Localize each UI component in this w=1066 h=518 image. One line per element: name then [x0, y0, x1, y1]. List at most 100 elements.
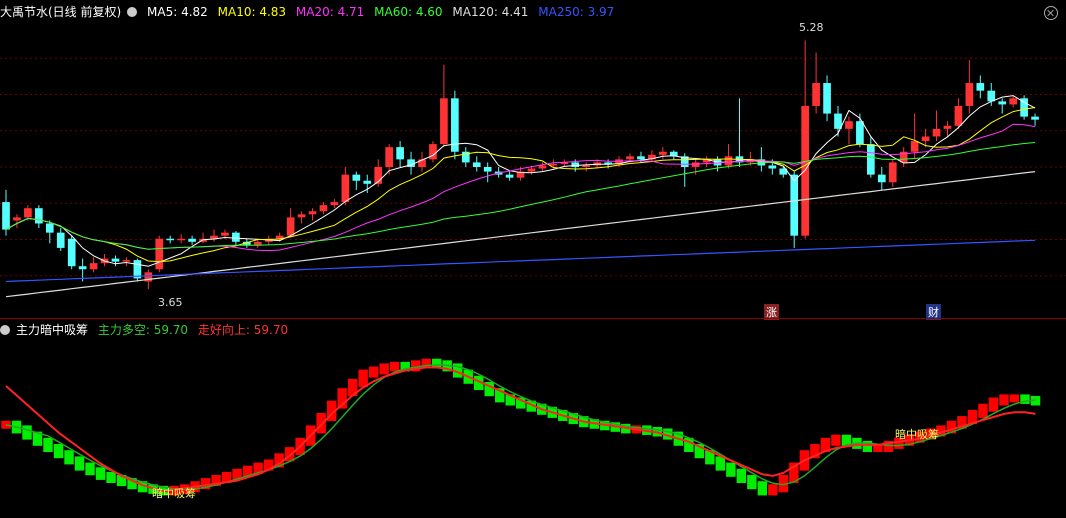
candle-body: [834, 113, 842, 129]
candle-body: [56, 232, 65, 248]
candle-body: [954, 105, 963, 126]
trend-line-red: [5, 366, 1036, 493]
candle-body: [330, 202, 339, 206]
indicator-bar: [53, 444, 64, 459]
candle-body: [385, 147, 393, 167]
candle-body: [888, 162, 897, 183]
indicator-bar: [1, 420, 11, 429]
candle-body: [856, 121, 864, 145]
ma60-line: [5, 142, 1036, 250]
indicator-bar: [715, 456, 726, 471]
candle-body: [582, 165, 591, 167]
indicator-line1-label: 主力多空: 59.70: [97, 323, 189, 337]
candle-body: [943, 125, 952, 129]
candle-body: [527, 168, 536, 172]
indicator-bar: [106, 471, 116, 483]
signal-label-2: 暗中吸筹: [895, 428, 939, 441]
candle-body: [35, 208, 43, 224]
candle-body: [396, 147, 404, 160]
candlestick-chart: [0, 40, 1066, 298]
indicator-bar: [747, 475, 757, 490]
ma120-line: [5, 171, 1036, 298]
ma20-line: [5, 123, 1036, 252]
candle-body: [13, 217, 21, 221]
low-price-label: 3.65: [158, 296, 183, 309]
indicator-bar: [988, 397, 999, 412]
candle-body: [89, 263, 98, 270]
indicator-bar: [768, 484, 778, 496]
candle-body: [111, 258, 120, 262]
candle-body: [659, 151, 667, 155]
indicator-bar: [831, 434, 841, 446]
candle-body: [122, 260, 131, 262]
indicator-bar: [389, 361, 400, 372]
indicator-bar: [1009, 394, 1020, 403]
candle-body: [724, 156, 733, 166]
indicator-bar: [74, 456, 85, 471]
indicator-bar: [757, 481, 768, 496]
candle-body: [691, 162, 700, 167]
candle-body: [626, 156, 634, 160]
indicator-bar: [43, 437, 53, 452]
candle-body: [363, 180, 372, 184]
candle-body: [319, 205, 328, 212]
indicator-bar: [999, 394, 1009, 406]
candle-body: [221, 232, 229, 236]
indicator-bar: [85, 462, 95, 476]
candle-body: [932, 128, 941, 137]
candle-body: [341, 174, 350, 203]
candle-body: [253, 241, 262, 245]
indicator-bar: [316, 413, 326, 434]
candle-body: [976, 83, 985, 91]
candle-body: [297, 214, 306, 218]
candle-body: [483, 167, 492, 172]
trend-line-green: [5, 364, 1036, 491]
candle-body: [910, 141, 919, 152]
candle-body: [166, 238, 175, 241]
candle-body: [472, 162, 481, 167]
indicator-bar: [64, 450, 74, 465]
indicator-line2-label: 走好向上: 59.70: [197, 323, 289, 337]
indicator-header: 主力暗中吸筹 主力多空: 59.70 走好向上: 59.70: [0, 320, 294, 340]
candle-body: [987, 90, 996, 102]
candle-body: [768, 165, 777, 169]
candle-body: [440, 98, 448, 145]
candle-body: [232, 232, 240, 242]
high-price-label: 5.28: [799, 21, 824, 34]
indicator-title: 主力暗中吸筹: [16, 323, 89, 337]
indicator-bar: [978, 403, 988, 418]
indicator-settings-icon[interactable]: [0, 325, 10, 335]
candle-body: [1009, 98, 1017, 105]
candle-body: [823, 83, 831, 114]
candle-body: [45, 223, 54, 233]
candle-body: [845, 121, 853, 129]
indicator-bar: [22, 425, 32, 440]
indicator-bar: [736, 468, 747, 483]
candle-body: [877, 174, 886, 183]
candle-body: [177, 238, 185, 241]
indicator-bar: [726, 462, 736, 477]
indicator-bar: [379, 363, 389, 375]
candle-body: [67, 238, 76, 267]
candle-body: [998, 101, 1007, 105]
candle-body: [549, 163, 558, 166]
signal-label-1: 暗中吸筹: [152, 487, 196, 500]
candle-body: [790, 174, 799, 236]
candle-body: [24, 208, 32, 218]
candle-body: [812, 83, 820, 106]
candle-body: [637, 156, 645, 160]
candle-body: [78, 266, 87, 270]
panel-divider: [0, 318, 1066, 319]
indicator-bar: [358, 369, 368, 387]
candle-body: [188, 238, 196, 242]
candle-body: [429, 144, 437, 160]
candle-body: [867, 144, 875, 175]
candle-body: [2, 202, 10, 230]
candle-body: [352, 174, 361, 181]
candle-body: [571, 162, 580, 167]
candle-body: [538, 165, 547, 169]
candle-body: [505, 174, 514, 178]
candle-body: [286, 217, 295, 236]
indicator-bar: [368, 366, 379, 378]
candle-body: [308, 211, 317, 215]
